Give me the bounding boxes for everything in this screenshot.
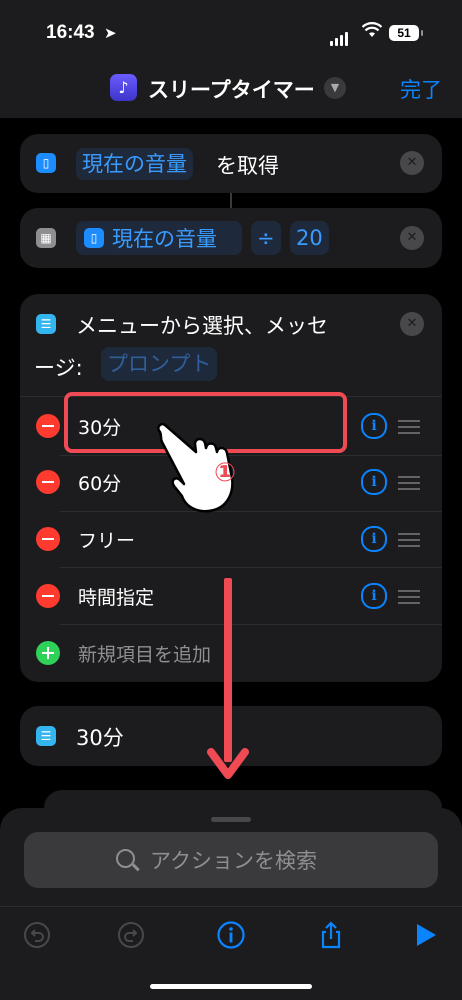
search-placeholder: アクションを検索 <box>150 849 317 873</box>
divider <box>0 906 462 907</box>
done-button[interactable]: 完了 <box>400 74 442 104</box>
info-icon[interactable]: i <box>361 526 387 552</box>
phone-icon: ▯ <box>84 228 104 248</box>
step-number: ① <box>213 458 236 488</box>
calculator-icon: ▦ <box>36 228 56 248</box>
delete-item-icon[interactable] <box>36 584 60 608</box>
home-indicator <box>150 984 312 989</box>
action-text: を取得 <box>216 154 279 178</box>
shortcut-title[interactable]: スリープタイマー <box>148 74 315 104</box>
remove-action-icon[interactable]: ✕ <box>400 226 424 250</box>
delete-item-icon[interactable] <box>36 414 60 438</box>
add-item-icon[interactable] <box>36 641 60 665</box>
music-note-icon: ♪ <box>110 74 137 101</box>
share-icon[interactable] <box>316 920 346 950</box>
delete-item-icon[interactable] <box>36 527 60 551</box>
redo-icon[interactable] <box>116 920 146 950</box>
location-arrow-icon: ➤ <box>104 24 117 42</box>
menu-item-60min[interactable]: 60分 <box>78 469 121 496</box>
flow-connector <box>230 192 232 208</box>
reorder-handle-icon[interactable] <box>398 590 420 608</box>
divider <box>60 567 442 568</box>
reorder-handle-icon[interactable] <box>398 533 420 551</box>
operator-token[interactable]: ÷ <box>251 221 281 255</box>
menu-title-line1: メニューから選択、メッセ <box>76 314 328 338</box>
sheet-handle[interactable] <box>211 817 251 822</box>
status-time: 16:43 <box>46 22 95 43</box>
chevron-down-icon[interactable]: ▼ <box>324 77 346 99</box>
battery-icon: 51 <box>389 25 423 41</box>
play-icon[interactable] <box>410 920 440 950</box>
info-icon[interactable]: i <box>361 413 387 439</box>
reorder-handle-icon[interactable] <box>398 420 420 438</box>
wifi-icon <box>361 22 383 43</box>
divider <box>60 624 442 625</box>
menu-icon: ☰ <box>36 726 56 746</box>
variable-current-volume[interactable]: 現在の音量 <box>76 148 193 180</box>
info-icon[interactable]: i <box>361 469 387 495</box>
phone-icon: ▯ <box>36 153 56 173</box>
info-icon[interactable] <box>216 920 246 950</box>
remove-action-icon[interactable]: ✕ <box>400 151 424 175</box>
info-icon[interactable]: i <box>361 583 387 609</box>
annotation-arrow <box>224 578 232 762</box>
cellular-signal-icon <box>330 27 350 46</box>
menu-title-line2: ージ: <box>34 356 83 380</box>
menu-item-free[interactable]: フリー <box>78 526 135 553</box>
annotation-arrow-head <box>207 748 249 779</box>
case-label: 30分 <box>76 726 124 750</box>
menu-item-time-specified[interactable]: 時間指定 <box>78 583 154 610</box>
number-token[interactable]: 20 <box>290 221 329 255</box>
search-icon <box>116 849 135 868</box>
reorder-handle-icon[interactable] <box>398 476 420 494</box>
delete-item-icon[interactable] <box>36 470 60 494</box>
add-new-item[interactable]: 新規項目を追加 <box>78 640 211 667</box>
undo-icon[interactable] <box>22 920 52 950</box>
remove-action-icon[interactable]: ✕ <box>400 312 424 336</box>
variable-current-volume: 現在の音量 <box>112 227 217 251</box>
menu-icon: ☰ <box>36 314 56 334</box>
prompt-token[interactable]: プロンプト <box>101 347 218 381</box>
